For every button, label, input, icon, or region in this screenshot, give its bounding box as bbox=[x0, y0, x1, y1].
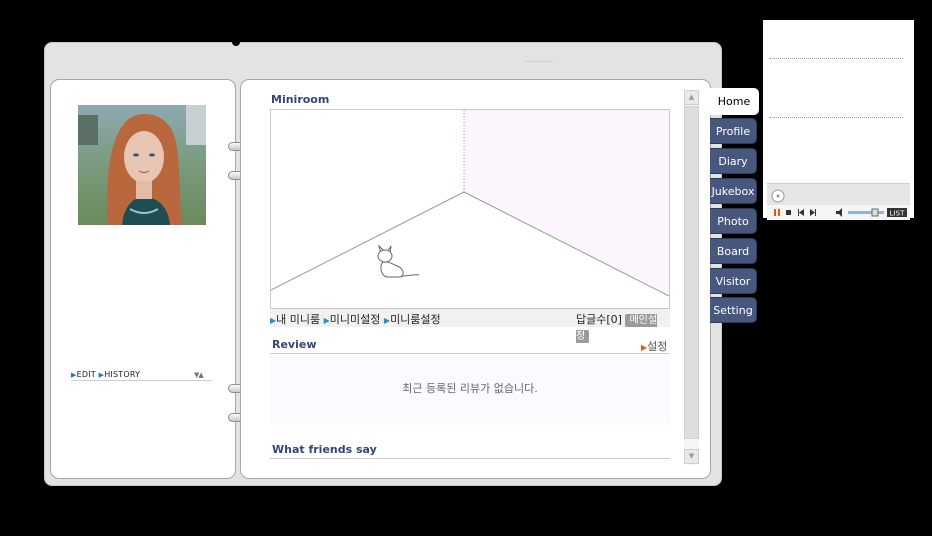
cd-icon bbox=[771, 189, 785, 203]
tab-profile[interactable]: Profile bbox=[710, 118, 757, 144]
miniroom-setting-link[interactable]: 미니룸설정 bbox=[390, 313, 441, 326]
volume-knob[interactable] bbox=[871, 208, 879, 217]
tab-setting[interactable]: Setting bbox=[710, 297, 757, 323]
reply-count: 답글수[0] bbox=[576, 313, 622, 326]
review-setting-label: 설정 bbox=[647, 340, 668, 353]
tab-photo[interactable]: Photo bbox=[710, 208, 757, 234]
tab-visitor[interactable]: Visitor bbox=[710, 268, 757, 294]
binder-divider bbox=[525, 61, 553, 62]
edit-history-row: ▶EDIT ▶HISTORY bbox=[71, 370, 212, 380]
jukebox-controls: LIST bbox=[767, 183, 910, 220]
miniroom-title: Miniroom bbox=[271, 93, 330, 106]
miniroom-links-bar: ▶내 미니룸 ▶미니미설정 ▶미니룸설정 답글수[0] 메인설정 bbox=[270, 309, 670, 343]
profile-photo bbox=[78, 105, 206, 225]
minime-setting-link[interactable]: 미니미설정 bbox=[330, 313, 381, 326]
scroll-down-icon[interactable]: ▼ bbox=[684, 449, 699, 464]
cat-minime-icon[interactable] bbox=[377, 244, 420, 278]
list-label: LIST bbox=[890, 210, 905, 218]
review-empty-message: 최근 등록된 리뷰가 없습니다. bbox=[402, 382, 538, 395]
friends-title: What friends say bbox=[272, 443, 377, 456]
review-title: Review bbox=[272, 338, 317, 351]
review-divider bbox=[270, 353, 670, 354]
miniroom-canvas[interactable] bbox=[270, 109, 670, 309]
edit-link[interactable]: EDIT bbox=[77, 370, 96, 379]
friends-divider bbox=[270, 458, 670, 459]
tab-board[interactable]: Board bbox=[710, 238, 757, 264]
history-link[interactable]: HISTORY bbox=[104, 370, 140, 379]
my-miniroom-link[interactable]: 내 미니룸 bbox=[276, 313, 320, 326]
tab-diary[interactable]: Diary bbox=[710, 148, 757, 174]
scroll-up-icon[interactable]: ▲ bbox=[684, 90, 699, 105]
volume-slider[interactable] bbox=[848, 211, 884, 214]
expand-collapse-icon[interactable]: ▼▲ bbox=[194, 371, 204, 379]
edit-divider bbox=[71, 380, 212, 381]
juke-divider bbox=[769, 117, 903, 118]
tab-jukebox[interactable]: Jukebox bbox=[710, 178, 757, 204]
review-setting-link[interactable]: ▶설정 bbox=[641, 338, 667, 354]
tab-home[interactable]: Home bbox=[710, 88, 759, 115]
scrollbar-thumb[interactable] bbox=[684, 106, 699, 439]
stop-icon[interactable] bbox=[786, 210, 791, 215]
juke-divider bbox=[769, 58, 903, 59]
